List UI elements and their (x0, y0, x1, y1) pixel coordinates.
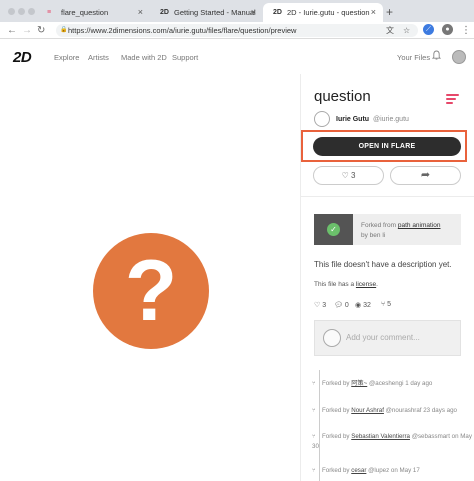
file-title: question (314, 88, 371, 105)
nav-artists[interactable]: Artists (88, 53, 109, 62)
share-button[interactable]: ➦ (390, 166, 461, 185)
fork-list-item: ⑂ Forked by Nour Ashraf @nourashraf 23 da… (312, 407, 457, 414)
heart-icon: ♡ (341, 171, 349, 180)
tab-title: flare_question (61, 8, 109, 17)
fork-icon: ⑂ (312, 407, 316, 414)
comment-box[interactable]: Add your comment... (314, 320, 461, 356)
fork-user-link[interactable]: Nour Ashraf (351, 407, 384, 414)
browser-toolbar: ← → ↻ 🔒 https://www.2dimensions.com/a/iu… (0, 22, 474, 39)
author-avatar[interactable] (314, 111, 330, 127)
nav-explore[interactable]: Explore (54, 53, 79, 62)
comment-icon: 💬︎ (334, 302, 343, 309)
fork-icon: ⑂ (312, 380, 316, 387)
author-name[interactable]: Iurie Gutu (336, 116, 369, 123)
fork-source-link[interactable]: path animation (398, 222, 441, 229)
your-files-link[interactable]: Your Files (397, 53, 430, 62)
fork-user-link[interactable]: 阿策~ (351, 380, 367, 387)
fork-icon: ⑂ (312, 433, 316, 440)
divider (301, 196, 474, 197)
license-line: This file has a license. (314, 281, 378, 288)
like-count: 3 (350, 171, 356, 180)
flare-icon: ≡ (47, 9, 52, 16)
fork-list-item: ⑂ Forked by cesar @lupez on May 17 (312, 467, 420, 474)
translate-icon[interactable]: 文 (386, 24, 394, 37)
fork-list-item: ⑂ Forked by 阿策~ @aceshengi 1 day ago (312, 380, 433, 387)
url-text: https://www.2dimensions.com/a/iurie.gutu… (68, 26, 297, 35)
back-icon[interactable]: ← (7, 22, 17, 39)
heart-icon: ♡ (314, 302, 321, 309)
window-maximize-button[interactable] (28, 8, 35, 15)
commenter-avatar (323, 329, 341, 347)
2d-icon: 2D (273, 9, 282, 16)
fork-user-link[interactable]: cesar (351, 467, 366, 474)
author-handle: @iurie.gutu (373, 116, 409, 123)
file-side-panel: question Iurie Gutu @iurie.gutu OPEN IN … (300, 74, 474, 481)
file-description: This file doesn't have a description yet… (314, 260, 452, 269)
nav-made-with-2d[interactable]: Made with 2D (121, 53, 167, 62)
tab-close-icon[interactable]: × (251, 3, 256, 22)
preview-area: ? (0, 74, 300, 481)
bookmark-star-icon[interactable]: ☆ (403, 24, 410, 37)
site-header: 2D Explore Artists Made with 2D Support … (0, 40, 474, 74)
browser-tab-2[interactable]: 2D Getting Started - Manual × (150, 3, 263, 22)
fork-source-thumbnail[interactable]: ✓ (314, 214, 353, 245)
fork-user-link[interactable]: Sebastian Valentierra (351, 433, 410, 440)
eye-icon: ◉ (355, 302, 362, 309)
tab-close-icon[interactable]: × (138, 3, 143, 22)
likes-stat: ♡ 3 (314, 302, 327, 309)
comments-stat: 💬︎ 0 (334, 302, 349, 309)
menu-kebab-icon[interactable]: ⋮ (461, 22, 471, 39)
fork-icon: ⑂ (312, 467, 316, 474)
tab-title: 2D - Iurie.gutu - question (287, 8, 370, 17)
fork-list-item: ⑂ Forked by Sebastian Valentierra @sebass… (312, 433, 472, 450)
address-bar[interactable]: 🔒 https://www.2dimensions.com/a/iurie.gu… (56, 24, 418, 37)
nav-support[interactable]: Support (172, 53, 198, 62)
tab-title: Getting Started - Manual (174, 8, 256, 17)
fork-icon: ⑂ (381, 301, 386, 308)
new-tab-button[interactable]: + (386, 3, 393, 22)
question-mark-preview: ? (93, 233, 209, 349)
like-button[interactable]: ♡ 3 (313, 166, 384, 185)
forks-stat: ⑂ 5 (381, 301, 392, 308)
lock-icon: 🔒 (60, 27, 68, 33)
profile-icon[interactable]: ● (442, 24, 453, 35)
share-icon: ➦ (420, 169, 431, 181)
tab-close-icon[interactable]: × (371, 3, 376, 22)
browser-tab-1[interactable]: ≡ flare_question × (37, 3, 150, 22)
fork-source-text: Forked from path animation by ben li (361, 222, 441, 239)
2d-icon: 2D (160, 9, 169, 16)
window-close-button[interactable] (8, 8, 15, 15)
check-icon: ✓ (327, 223, 340, 236)
window-minimize-button[interactable] (18, 8, 25, 15)
extension-icon[interactable]: ⟋ (423, 24, 434, 35)
forward-icon[interactable]: → (22, 22, 32, 39)
open-in-flare-button[interactable]: OPEN IN FLARE (313, 137, 461, 156)
site-logo[interactable]: 2D (13, 49, 32, 66)
browser-tab-3[interactable]: 2D 2D - Iurie.gutu - question × (263, 3, 383, 22)
views-stat: ◉ 32 (355, 302, 371, 309)
license-link[interactable]: license (356, 281, 376, 288)
bell-icon[interactable] (432, 50, 441, 61)
flare-logo-icon (446, 94, 459, 106)
browser-tab-bar: ≡ flare_question × 2D Getting Started - … (0, 0, 474, 22)
user-avatar[interactable] (452, 50, 466, 64)
comment-input-placeholder: Add your comment... (346, 333, 420, 342)
reload-icon[interactable]: ↻ (37, 22, 45, 39)
